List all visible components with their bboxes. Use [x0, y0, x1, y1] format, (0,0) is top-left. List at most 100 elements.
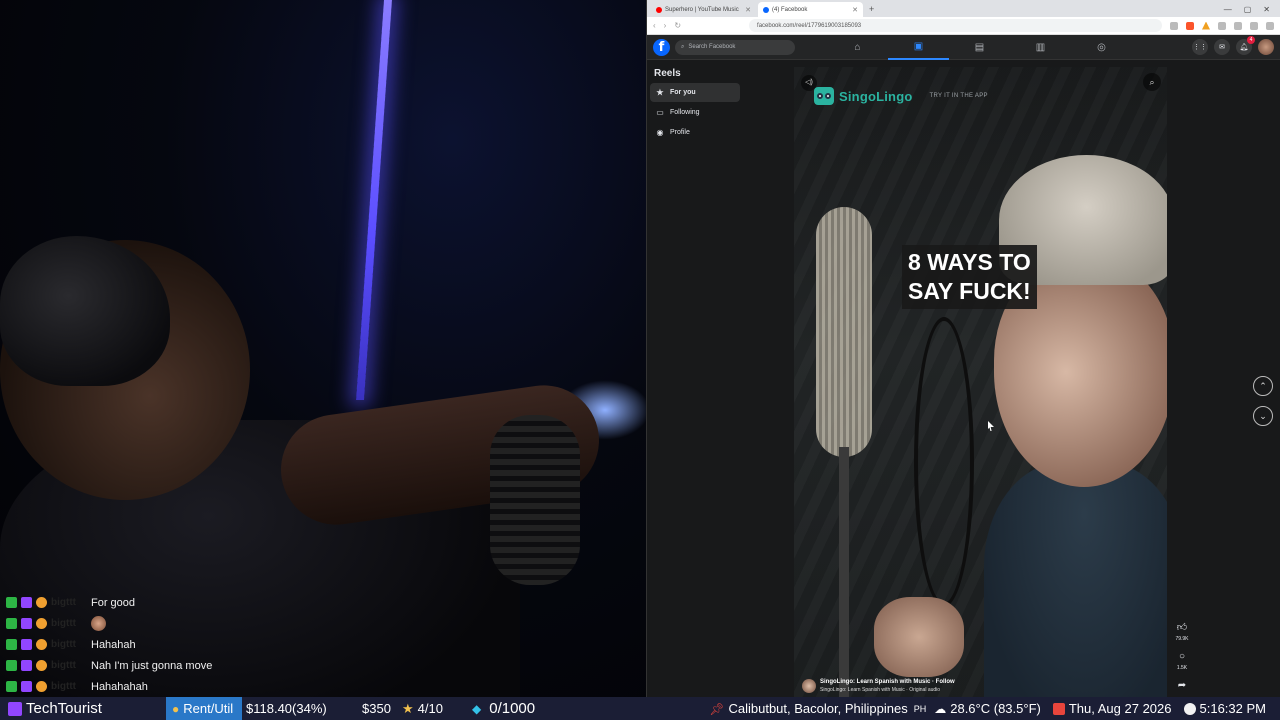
chat-overlay: bigttt For good bigttt bigttt Hahahah bi…	[6, 592, 306, 697]
home-icon[interactable]: ⌂	[827, 35, 888, 60]
new-tab-button[interactable]: +	[865, 2, 878, 17]
menu-icon[interactable]	[1266, 21, 1274, 30]
youtube-music-icon	[656, 6, 662, 13]
avatar[interactable]	[802, 679, 816, 693]
bits-badge-icon	[36, 597, 47, 608]
maximize-icon[interactable]: ▢	[1244, 2, 1252, 17]
stars-item: ★ 4/10	[402, 697, 472, 720]
search-icon[interactable]: ⌕	[1143, 73, 1161, 91]
chat-line: bigttt Hahahah	[6, 634, 306, 655]
brave-shield-icon[interactable]	[1186, 21, 1194, 30]
pop-filter	[914, 317, 974, 607]
sidebar-item-for-you[interactable]: ★ For you	[650, 83, 740, 102]
back-icon[interactable]: ‹	[653, 21, 656, 30]
cloud-icon: ☁	[934, 701, 947, 716]
extension-icon[interactable]	[1250, 21, 1258, 30]
mute-icon[interactable]: ◁)	[801, 75, 817, 91]
emote-icon	[91, 616, 106, 631]
stream-ticker-bar: TechTourist ● Rent/Util $118.40(34%) $35…	[0, 697, 1280, 720]
weather: 28.6°C (83.5°F)	[950, 701, 1041, 716]
reel-video[interactable]: SingoLingo TRY IT IN THE APP 8 WAYS TO S…	[794, 67, 1167, 697]
facebook-main-nav: ⌂ ▣ ▤ ▥ ◎	[827, 35, 1132, 60]
webcam-feed: bigttt For good bigttt bigttt Hahahah bi…	[0, 0, 646, 697]
search-input[interactable]: ⌕ Search Facebook	[675, 39, 795, 55]
money-bag-icon: ●	[172, 701, 180, 716]
close-icon[interactable]: ✕	[852, 6, 858, 14]
presenter-hand	[874, 597, 964, 677]
subscriber-badge-icon	[21, 681, 32, 692]
reel-audio[interactable]: SingoLingo: Learn Spanish with Music · O…	[820, 687, 955, 693]
share-icon[interactable]: ➦	[1178, 680, 1186, 691]
gems-count: 0/1000	[489, 700, 536, 717]
following-icon: ▭	[656, 108, 664, 117]
store-icon[interactable]: ▥	[1010, 35, 1071, 60]
notification-count: 4	[1247, 36, 1255, 44]
reel-author[interactable]: SingoLingo: Learn Spanish with Music · F…	[820, 679, 955, 685]
reels-icon[interactable]: ▣	[888, 35, 949, 60]
calendar-icon	[1052, 702, 1065, 715]
logo-eye	[817, 93, 823, 99]
microphone-stand	[839, 447, 849, 697]
notifications-icon[interactable]: 🔔︎ 4	[1236, 36, 1255, 55]
avatar[interactable]	[1258, 39, 1274, 55]
bits-badge-icon	[36, 681, 47, 692]
moderator-badge-icon	[6, 681, 17, 692]
minimize-icon[interactable]: —	[1224, 2, 1232, 17]
location-item: 📌︎ Calibutbut, Bacolor, Philippines PH	[709, 697, 926, 720]
moderator-badge-icon	[6, 618, 17, 629]
marketplace-icon[interactable]: ▤	[949, 35, 1010, 60]
warning-icon[interactable]	[1202, 21, 1210, 30]
stars-count: 4/10	[417, 701, 443, 716]
clock-icon	[1183, 702, 1196, 715]
facebook-account-controls: ⋮⋮ ✉ 🔔︎ 4	[1192, 36, 1274, 55]
tab-title: (4) Facebook	[772, 6, 808, 13]
moderator-badge-icon	[6, 597, 17, 608]
forward-icon[interactable]: ›	[664, 21, 667, 30]
logo-eye	[825, 93, 831, 99]
reels-sidebar: Reels ★ For you ▭ Following ◉ Profile	[647, 61, 793, 697]
comment-icon[interactable]: ○	[1179, 651, 1185, 662]
brand-cta: TRY IT IN THE APP	[929, 93, 988, 99]
goal-amount: $118.40(34%)	[246, 701, 327, 716]
sidebar-item-following[interactable]: ▭ Following	[650, 103, 740, 122]
gems-item: ◆ 0/1000	[472, 697, 535, 720]
extension-icon[interactable]	[1170, 21, 1178, 30]
tab-facebook[interactable]: (4) Facebook ✕	[758, 2, 863, 17]
reel-caption: 8 WAYS TO SAY FUCK!	[902, 245, 1037, 309]
channel-name-item: TechTourist	[0, 697, 166, 720]
close-icon[interactable]: ✕	[745, 6, 751, 14]
moderator-badge-icon	[6, 639, 17, 650]
extension-icon[interactable]	[1234, 21, 1242, 30]
reload-icon[interactable]: ↻	[674, 21, 681, 30]
facebook-logo[interactable]: f	[653, 38, 670, 56]
chat-line: bigttt Nah I'm just gonna move	[6, 655, 306, 676]
time: 5:16:32 PM	[1199, 701, 1267, 716]
close-window-icon[interactable]: ✕	[1263, 2, 1270, 17]
browser-window: Superhero | YouTube Music ✕ (4) Facebook…	[646, 0, 1280, 697]
extension-icon[interactable]	[1218, 21, 1226, 30]
singolingo-logo-icon	[814, 87, 834, 105]
chat-line: bigttt	[6, 613, 306, 634]
menu-grid-icon[interactable]: ⋮⋮	[1192, 39, 1208, 55]
studio-microphone	[816, 207, 872, 457]
groups-icon[interactable]: ◎	[1071, 35, 1132, 60]
reel-actions: 👍︎ 79.9K ○ 1.5K ➦	[1174, 622, 1190, 691]
location: Calibutbut, Bacolor, Philippines	[728, 701, 908, 716]
goal-label: Rent/Util	[183, 701, 234, 716]
url-field[interactable]: facebook.com/reel/1779619003185093	[749, 19, 1162, 32]
search-placeholder: Search Facebook	[688, 44, 736, 50]
tab-youtube-music[interactable]: Superhero | YouTube Music ✕	[651, 2, 756, 17]
window-controls: — ▢ ✕	[1224, 2, 1280, 17]
chat-message: Nah I'm just gonna move	[91, 659, 213, 672]
subscriber-badge-icon	[21, 618, 32, 629]
sidebar-item-profile[interactable]: ◉ Profile	[650, 123, 740, 142]
previous-reel-button[interactable]: ⌃	[1253, 376, 1273, 396]
messenger-icon[interactable]: ✉	[1214, 39, 1230, 55]
date-item: Thu, Aug 27 2026	[1052, 697, 1172, 720]
subscriber-badge-icon	[21, 597, 32, 608]
chat-line: bigttt For good	[6, 592, 306, 613]
tab-title: Superhero | YouTube Music	[665, 6, 739, 13]
like-count: 79.9K	[1175, 636, 1189, 642]
next-reel-button[interactable]: ⌄	[1253, 406, 1273, 426]
like-icon[interactable]: 👍︎	[1177, 622, 1187, 633]
